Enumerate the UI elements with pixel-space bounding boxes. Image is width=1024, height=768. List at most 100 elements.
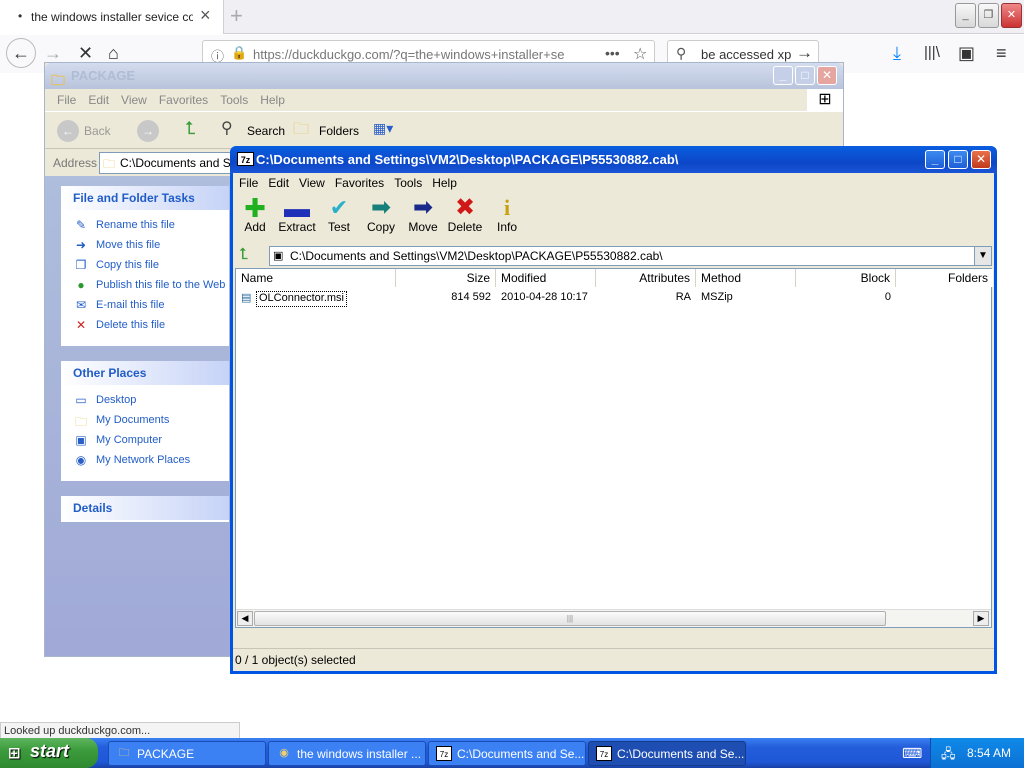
row-method: MSZip — [701, 291, 733, 303]
test-button[interactable]: ✔ Test — [317, 194, 361, 242]
move-button[interactable]: ➡ Move — [401, 194, 445, 242]
start-label: start — [30, 741, 70, 761]
search-go-icon[interactable]: → — [796, 43, 813, 63]
z-menu-help[interactable]: Help — [427, 173, 462, 193]
col-block[interactable]: Block — [796, 269, 896, 287]
delete-x-icon: ✖ — [454, 194, 476, 221]
views-icon[interactable]: ▦▾ — [373, 120, 393, 137]
menu-tools[interactable]: Tools — [214, 89, 254, 111]
sidebar-icon[interactable]: ▣ — [958, 35, 975, 71]
forward-icon[interactable]: → — [137, 120, 159, 142]
path-combobox[interactable]: ▣ C:\Documents and Settings\VM2\Desktop\… — [269, 246, 975, 266]
task-copy[interactable]: ❐ Copy this file — [61, 256, 229, 276]
back-icon[interactable]: ← — [57, 120, 79, 142]
menu-view[interactable]: View — [115, 89, 153, 111]
menu-edit[interactable]: Edit — [82, 89, 115, 111]
sevenzip-title-bar[interactable]: 7z C:\Documents and Settings\VM2\Desktop… — [230, 146, 997, 174]
col-size[interactable]: Size — [396, 269, 496, 287]
folders-icon[interactable]: 🗀 — [293, 118, 309, 145]
menu-help[interactable]: Help — [254, 89, 291, 111]
menu-favorites[interactable]: Favorites — [153, 89, 214, 111]
file-folder-tasks-heading[interactable]: File and Folder Tasks — [61, 186, 229, 210]
up-folder-icon[interactable]: ⮤ — [185, 118, 196, 139]
folders-button[interactable]: Folders — [319, 124, 359, 138]
parent-folder-icon[interactable]: ⮤ — [239, 246, 248, 264]
sevenzip-menubar: File Edit View Favorites Tools Help — [233, 173, 994, 193]
browser-restore-button[interactable]: ❐ — [978, 3, 999, 28]
place-my-computer[interactable]: ▣ My Computer — [61, 431, 229, 451]
search-button[interactable]: Search — [247, 124, 285, 138]
close-tab-icon[interactable]: × — [200, 5, 211, 26]
place-my-documents[interactable]: 🗀 My Documents — [61, 411, 229, 431]
scroll-left-icon[interactable]: ◀ — [237, 611, 253, 626]
copy-button[interactable]: ➡ Copy — [359, 194, 403, 242]
browser-icon: ◉ — [279, 747, 289, 759]
address-field[interactable]: 🗀 C:\Documents and Setti — [99, 152, 239, 174]
task-publish[interactable]: ● Publish this file to the Web — [61, 276, 229, 296]
horizontal-scrollbar[interactable]: ◀ ||| ▶ — [236, 609, 991, 627]
col-method[interactable]: Method — [696, 269, 796, 287]
search-magnifier-icon[interactable]: ⚲ — [221, 118, 233, 138]
task-email[interactable]: ✉ E-mail this file — [61, 296, 229, 316]
path-dropdown-icon[interactable]: ▼ — [974, 246, 992, 266]
taskbar-button-package[interactable]: 🗀 PACKAGE — [108, 741, 266, 766]
folder-icon: 🗀 — [51, 72, 65, 88]
bookmark-star-icon[interactable]: ☆ — [633, 44, 647, 64]
sevenzip-minimize-button[interactable]: _ — [925, 150, 945, 169]
package-title-bar[interactable]: 🗀 PACKAGE — [45, 63, 843, 89]
browser-close-button[interactable]: ✕ — [1001, 3, 1022, 28]
col-modified[interactable]: Modified — [496, 269, 596, 287]
path-drive-icon: ▣ — [273, 250, 284, 262]
menu-file[interactable]: File — [51, 89, 82, 111]
browser-minimize-button[interactable]: _ — [955, 3, 976, 28]
download-icon[interactable]: ⤓ — [893, 35, 901, 71]
taskbar-button-7zip-2[interactable]: 7z C:\Documents and Se... — [588, 741, 746, 766]
package-close-button[interactable]: ✕ — [817, 66, 837, 85]
sevenzip-maximize-button[interactable]: □ — [948, 150, 968, 169]
col-folders[interactable]: Folders — [896, 269, 993, 287]
z-menu-edit[interactable]: Edit — [263, 173, 294, 193]
package-minimize-button[interactable]: _ — [773, 66, 793, 85]
library-icon[interactable]: |||\ — [924, 35, 940, 71]
sevenzip-status-bar: 0 / 1 object(s) selected — [233, 648, 994, 670]
z-menu-tools[interactable]: Tools — [389, 173, 427, 193]
place-my-network[interactable]: ◉ My Network Places — [61, 451, 229, 471]
sevenzip-close-button[interactable]: ✕ — [971, 150, 991, 169]
folder-icon: 🗀 — [118, 747, 130, 759]
task-rename[interactable]: ✎ Rename this file — [61, 216, 229, 236]
scroll-right-icon[interactable]: ▶ — [973, 611, 989, 626]
package-title: PACKAGE — [71, 68, 136, 83]
extract-button[interactable]: ▬ Extract — [275, 194, 319, 242]
info-button[interactable]: i Info — [485, 194, 529, 242]
delete-button[interactable]: ✖ Delete — [443, 194, 487, 242]
new-tab-button[interactable]: + — [230, 3, 243, 29]
path-value: C:\Documents and Settings\VM2\Desktop\PA… — [290, 249, 663, 263]
z-menu-favorites[interactable]: Favorites — [330, 173, 389, 193]
scroll-thumb[interactable]: ||| — [254, 611, 886, 626]
other-places-heading[interactable]: Other Places — [61, 361, 229, 385]
z-menu-view[interactable]: View — [294, 173, 330, 193]
network-tray-icon[interactable]: 🖧 — [941, 745, 956, 767]
taskbar-button-7zip-1[interactable]: 7z C:\Documents and Se... — [428, 741, 586, 766]
back-label[interactable]: Back — [84, 124, 111, 138]
z-menu-file[interactable]: File — [234, 173, 263, 193]
keyboard-icon[interactable]: ⌨ — [902, 745, 922, 762]
clock[interactable]: 8:54 AM — [967, 746, 1011, 760]
col-name[interactable]: Name — [236, 269, 396, 287]
sevenzip-app-icon: 7z — [237, 152, 254, 166]
more-actions-icon[interactable]: ••• — [605, 45, 620, 61]
col-attributes[interactable]: Attributes — [596, 269, 696, 287]
my-documents-icon: 🗀 — [74, 415, 87, 429]
browser-tab[interactable]: • the windows installer sevice could × — [0, 0, 224, 34]
back-arrow-icon[interactable]: ← — [6, 38, 36, 68]
file-list: Name Size Modified Attributes Method Blo… — [235, 268, 993, 628]
add-button[interactable]: ✚ Add — [233, 194, 277, 242]
details-heading[interactable]: Details — [61, 496, 229, 520]
taskbar-button-browser[interactable]: ◉ the windows installer ... — [268, 741, 426, 766]
place-desktop[interactable]: ▭ Desktop — [61, 391, 229, 411]
package-maximize-button[interactable]: □ — [795, 66, 815, 85]
task-delete[interactable]: ✕ Delete this file — [61, 316, 229, 336]
start-button[interactable]: ⊞ start — [0, 738, 98, 768]
task-move[interactable]: ➜ Move this file — [61, 236, 229, 256]
menu-icon[interactable]: ≡ — [996, 35, 1007, 71]
